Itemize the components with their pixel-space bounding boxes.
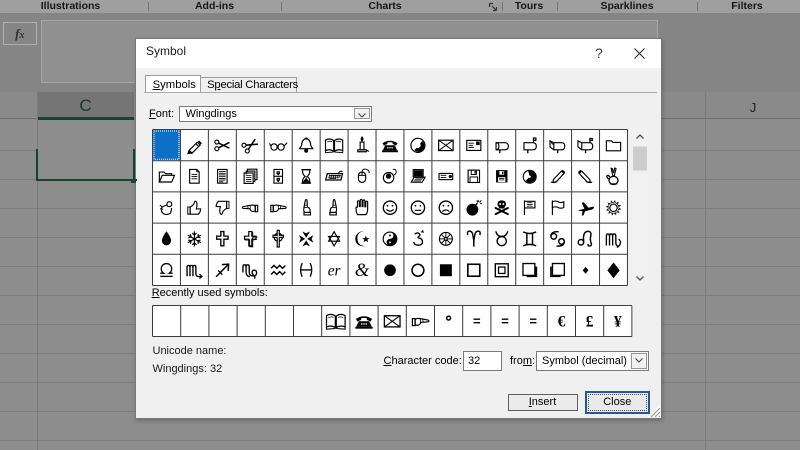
svg-text:=: = — [529, 313, 537, 328]
svg-text:¥: ¥ — [614, 313, 622, 330]
svg-text:€: € — [558, 313, 566, 330]
svg-text:=: = — [501, 313, 509, 328]
svg-text:=: = — [473, 313, 481, 328]
svg-text:£: £ — [586, 313, 594, 330]
